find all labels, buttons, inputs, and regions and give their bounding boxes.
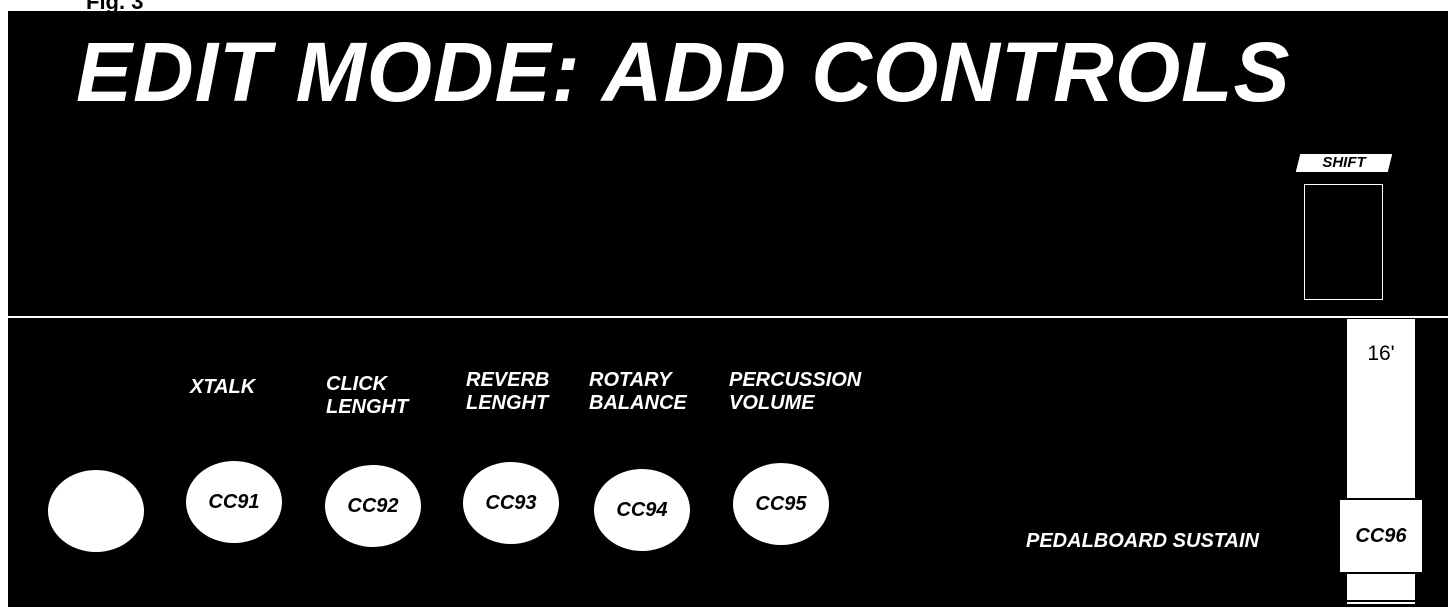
knob-label-line1: PERCUSSION [729,369,862,391]
knob-label-rotary-balance: ROTARY BALANCE [589,369,687,415]
knob-label-click-length: CLICK LENGHT [326,373,408,419]
drawbar-value: 16' [1367,342,1395,365]
shift-button[interactable] [1304,184,1383,300]
knob-label-line2: BALANCE [589,392,687,414]
panel-divider [8,316,1448,318]
knob-label-line1: REVERB [466,369,550,391]
knob-label-percussion-volume: PERCUSSION VOLUME [729,369,861,415]
page-title: EDIT MODE: ADD CONTROLS [76,25,1291,119]
drawbar-bottom-line [1340,600,1422,602]
pedalboard-sustain-label: PEDALBOARD SUSTAIN [1026,530,1259,552]
knob-click-length[interactable]: CC92 [325,465,421,547]
knob-rotary-balance[interactable]: CC94 [594,469,690,551]
knob-label-xtalk: XTALK [190,376,256,398]
knob-label-line2: LENGHT [466,392,549,414]
knob-label-line1: ROTARY [589,369,672,391]
knob-label-line2: VOLUME [729,392,815,414]
knob-percussion-volume[interactable]: CC95 [733,463,829,545]
shift-label-text: SHIFT [1322,154,1366,171]
knob-cc-label: CC92 [347,494,399,517]
knob-label-line2: LENGHT [326,396,409,418]
knob-cc-label: CC95 [755,492,807,515]
drawbar-cc-label: CC96 [1355,524,1407,547]
shift-label: SHIFT [1295,154,1393,172]
knob-cc-label: CC93 [485,491,537,514]
knob-unassigned[interactable] [48,470,144,552]
knob-cc-label: CC94 [616,498,668,521]
knob-cc-label: CC91 [208,490,260,513]
knob-label-line1: CLICK [326,373,388,395]
knob-reverb-length[interactable]: CC93 [463,462,559,544]
knob-label-reverb-length: REVERB LENGHT [466,369,549,415]
knob-xtalk[interactable]: CC91 [186,461,282,543]
drawbar-handle[interactable]: CC96 [1340,498,1422,574]
